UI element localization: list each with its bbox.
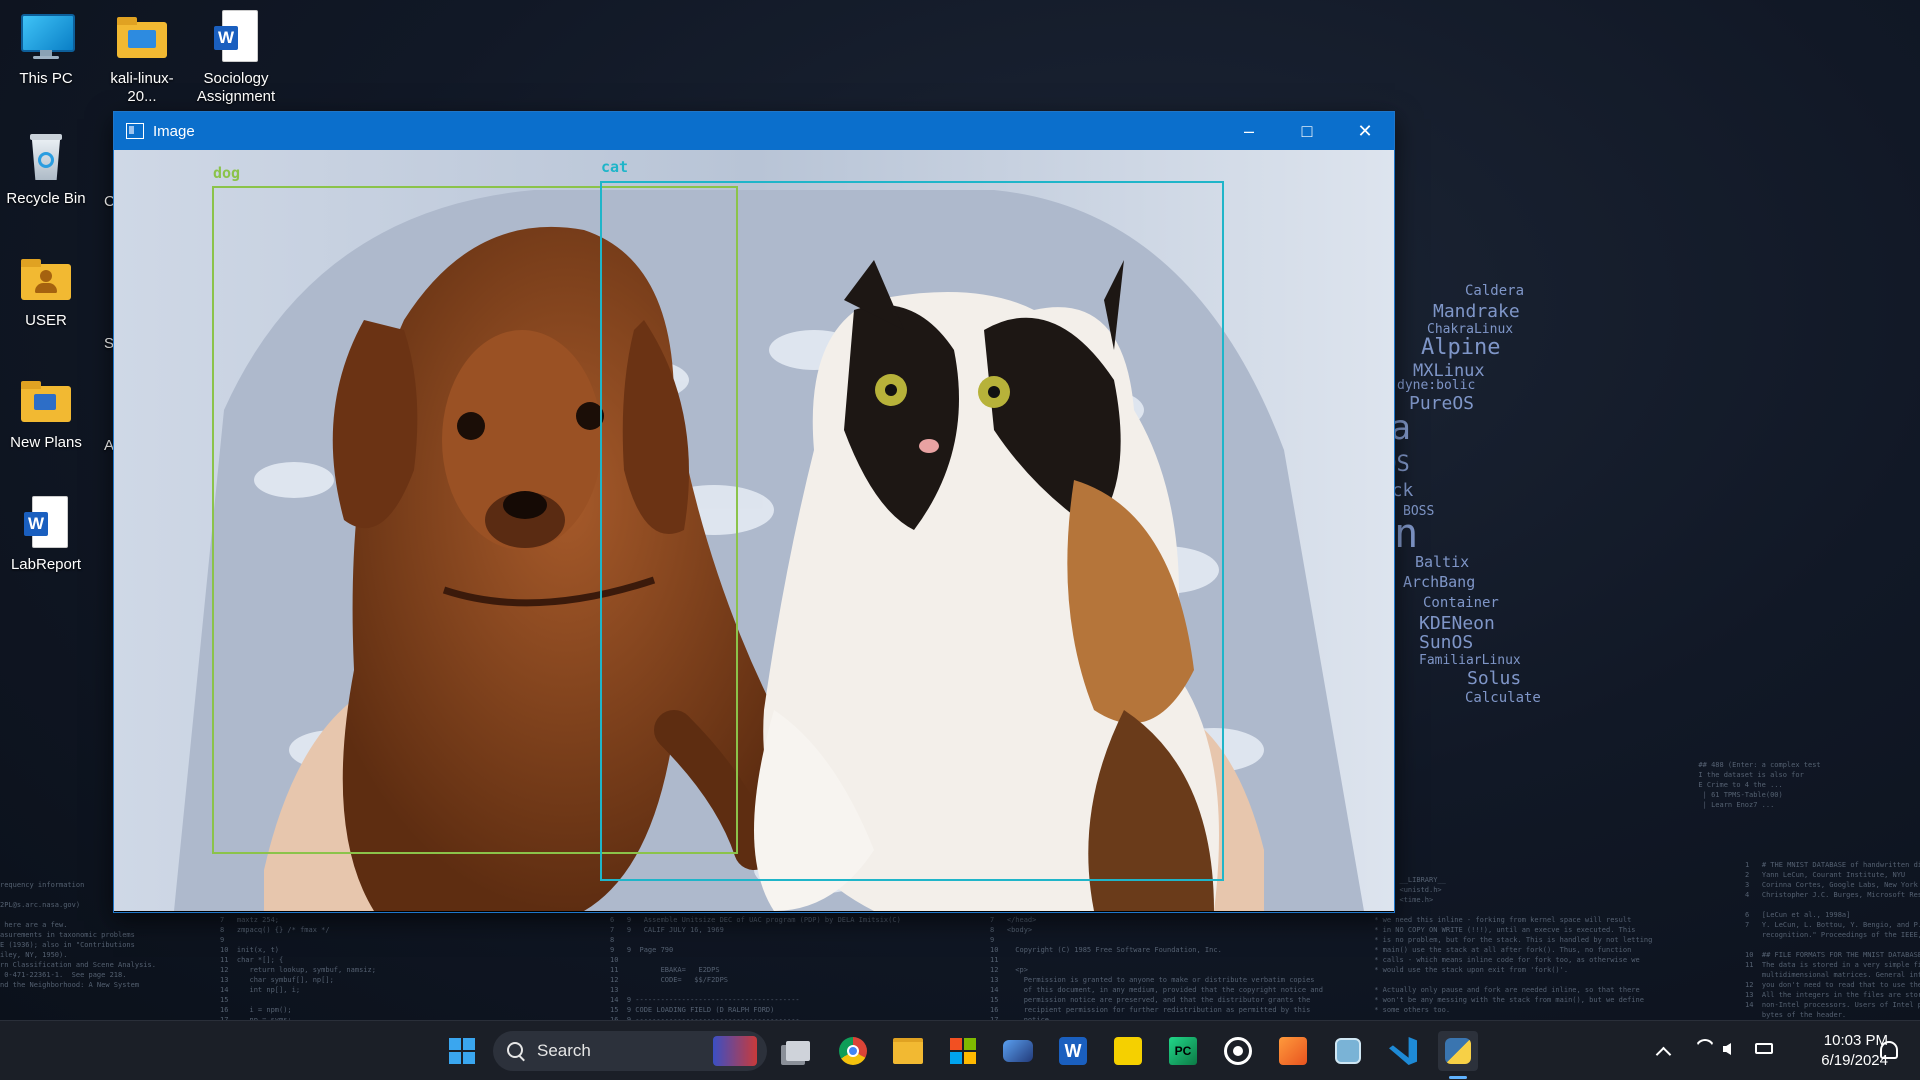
wordcloud-word: PureOS bbox=[1409, 393, 1475, 414]
active-app-indicator bbox=[1449, 1076, 1467, 1079]
desktop-icon-label: LabReport bbox=[10, 556, 82, 573]
taskbar-search-box[interactable]: Search bbox=[493, 1031, 767, 1071]
wallpaper-code-5: define __LIBRARY__ nclude <unistd.h> ncl… bbox=[1370, 876, 1653, 1014]
desktop-icon-label: kali-linux-20... bbox=[110, 70, 174, 105]
search-highlight-icon bbox=[713, 1036, 757, 1066]
desktop-icon-label: New Plans bbox=[10, 434, 82, 451]
recycle-bin-icon bbox=[18, 130, 74, 186]
window-titlebar[interactable]: Image – □ ✕ bbox=[114, 112, 1394, 150]
word-document-icon: W bbox=[208, 10, 264, 66]
clock-time: 10:03 PM bbox=[1823, 1032, 1888, 1049]
python-icon[interactable] bbox=[1438, 1031, 1478, 1071]
file-explorer-icon[interactable] bbox=[888, 1031, 928, 1071]
word-document-icon: W bbox=[18, 496, 74, 552]
desktop-icon-new-plans[interactable]: New Plans bbox=[0, 374, 92, 452]
battery-icon[interactable] bbox=[1755, 1043, 1773, 1054]
desktop-icon-label: Sociology Assignment bbox=[196, 70, 276, 105]
wordcloud-word: SunOS bbox=[1419, 632, 1474, 653]
window-title: Image bbox=[153, 122, 195, 140]
wallpaper-code-3: 6 9 Assemble Unitsize DEC of UAC program… bbox=[610, 916, 901, 1020]
monitor-icon bbox=[18, 10, 75, 66]
folder-icon bbox=[18, 374, 74, 430]
word-icon[interactable]: W bbox=[1053, 1031, 1093, 1071]
whatsapp-icon[interactable] bbox=[1218, 1031, 1258, 1071]
distro-wordcloud: Caldera Mandrake ChakraLinux Alpine MXLi… bbox=[1370, 240, 1600, 750]
minimize-button[interactable]: – bbox=[1220, 112, 1278, 150]
desktop-icon-labreport[interactable]: W LabReport bbox=[0, 496, 92, 574]
start-button[interactable] bbox=[442, 1031, 482, 1071]
folder-mail-icon bbox=[114, 10, 170, 66]
cat-detection-label: cat bbox=[601, 158, 629, 176]
vscode-icon[interactable] bbox=[1383, 1031, 1423, 1071]
wallpaper-code-7: ## 488 (Enter: a complex test I the data… bbox=[1698, 761, 1821, 809]
maximize-button[interactable]: □ bbox=[1278, 112, 1336, 150]
desktop-icon-user[interactable]: USER bbox=[0, 252, 92, 330]
chevron-up-icon[interactable] bbox=[1655, 1046, 1672, 1063]
volume-icon[interactable] bbox=[1723, 1043, 1731, 1055]
close-icon: ✕ bbox=[1357, 120, 1373, 141]
wordcloud-word: Caldera bbox=[1465, 283, 1525, 299]
settings-app-icon[interactable] bbox=[1328, 1031, 1368, 1071]
windows-icon bbox=[449, 1038, 475, 1064]
image-canvas: dog cat bbox=[114, 150, 1394, 911]
wordcloud-word: Container bbox=[1423, 595, 1499, 611]
wordcloud-word: Baltix bbox=[1415, 553, 1470, 571]
clock[interactable]: 10:03 PM 6/19/2024 bbox=[1788, 1031, 1888, 1071]
search-label: Search bbox=[537, 1041, 591, 1060]
wordcloud-word: KDENeon bbox=[1419, 613, 1495, 634]
desktop-icon-label: USER bbox=[25, 312, 67, 329]
desktop-icon-recycle-bin[interactable]: Recycle Bin bbox=[0, 130, 92, 208]
store-icon[interactable] bbox=[943, 1031, 983, 1071]
user-folder-icon bbox=[18, 252, 74, 308]
desktop-icon-this-pc[interactable]: This PC bbox=[0, 10, 92, 88]
dog-detection-label: dog bbox=[213, 164, 241, 182]
desktop-icon-kali-linux[interactable]: kali-linux-20... bbox=[96, 10, 188, 106]
chrome-icon[interactable] bbox=[833, 1031, 873, 1071]
reader-icon[interactable] bbox=[1273, 1031, 1313, 1071]
desktop-icon-label: This PC bbox=[19, 70, 73, 87]
maximize-icon: □ bbox=[1301, 120, 1313, 141]
clock-date: 6/19/2024 bbox=[1821, 1052, 1888, 1069]
search-icon bbox=[507, 1042, 525, 1062]
image-viewer-window[interactable]: Image – □ ✕ dog cat bbox=[113, 111, 1395, 913]
desktop-icon-label: Recycle Bin bbox=[6, 190, 86, 207]
wordcloud-word: dyne:bolic bbox=[1397, 378, 1476, 393]
wifi-icon[interactable] bbox=[1695, 1039, 1715, 1059]
wordcloud-word: Alpine bbox=[1421, 335, 1501, 360]
wallpaper-code-6: 1 # THE MNIST DATABASE of handwritten di… bbox=[1745, 861, 1920, 1019]
taskbar: Search W PC 10:03 PM 6/19/2024 bbox=[0, 1020, 1920, 1080]
minimize-icon: – bbox=[1243, 120, 1254, 141]
pycharm-icon[interactable]: PC bbox=[1163, 1031, 1203, 1071]
wallpaper-code-2: 7 maxtz 254; 8 zmpacq() {} /* fmax */ 9 … bbox=[220, 916, 376, 1020]
close-button[interactable]: ✕ bbox=[1336, 112, 1394, 150]
wordcloud-word: ArchBang bbox=[1403, 573, 1476, 591]
wordcloud-word: FamiliarLinux bbox=[1419, 653, 1521, 668]
cat-bounding-box bbox=[600, 181, 1224, 881]
wordcloud-word: Solus bbox=[1467, 668, 1522, 689]
player-icon[interactable] bbox=[1108, 1031, 1148, 1071]
wordcloud-word: Mandrake bbox=[1433, 301, 1520, 322]
image-app-icon bbox=[126, 123, 144, 139]
task-view-icon[interactable] bbox=[778, 1031, 818, 1071]
wordcloud-word: Calculate bbox=[1465, 690, 1541, 706]
game-icon[interactable] bbox=[998, 1031, 1038, 1071]
notification-icon[interactable] bbox=[1880, 1041, 1898, 1059]
wallpaper-code-4: 7 </head> 8 <body> 9 10 Copyright (C) 19… bbox=[990, 916, 1323, 1020]
desktop-icon-sociology-assignment[interactable]: W Sociology Assignment bbox=[190, 10, 282, 106]
